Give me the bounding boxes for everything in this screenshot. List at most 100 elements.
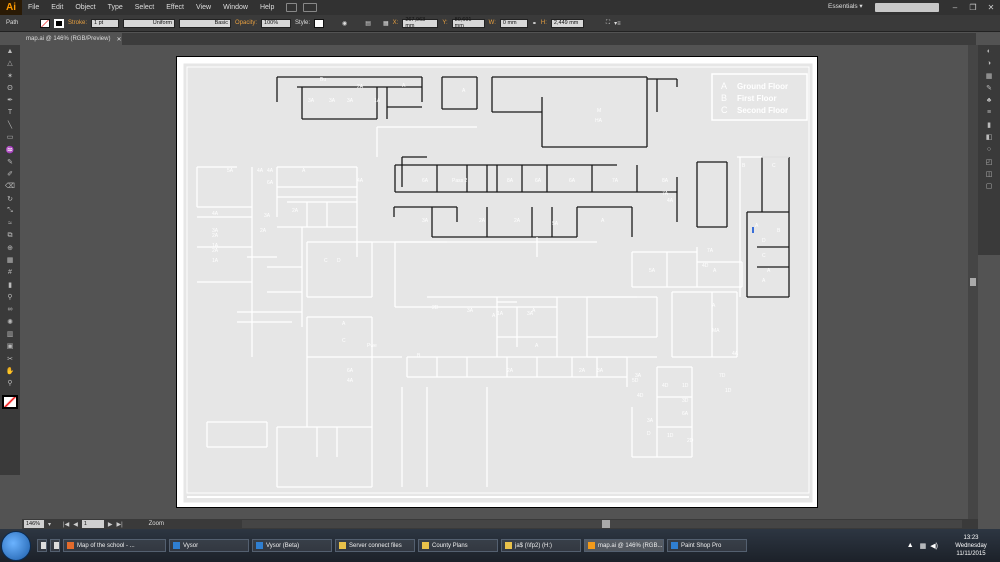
- graphic-style-swatch[interactable]: [314, 18, 325, 28]
- zoom-tool-icon[interactable]: ⚲: [0, 377, 20, 389]
- minimize-button[interactable]: –: [946, 0, 964, 15]
- artboard-tool-icon[interactable]: ▣: [0, 340, 20, 352]
- menu-edit[interactable]: Edit: [45, 4, 69, 11]
- line-segment-tool-icon[interactable]: ╲: [0, 119, 20, 131]
- clock[interactable]: 13:23 Wednesday 11/11/2015: [942, 534, 1000, 558]
- stroke-weight-field[interactable]: 1 pt: [91, 18, 120, 28]
- eraser-tool-icon[interactable]: ⌫: [0, 180, 20, 192]
- page-field[interactable]: 1: [81, 520, 104, 528]
- opacity-field[interactable]: 100%: [261, 18, 292, 28]
- column-graph-tool-icon[interactable]: ▥: [0, 328, 20, 340]
- reference-point-icon[interactable]: ▦: [383, 20, 389, 27]
- blob-brush-tool-icon[interactable]: ✐: [0, 168, 20, 180]
- panel-menu-icon[interactable]: ▾≡: [614, 20, 621, 27]
- rotate-tool-icon[interactable]: ↻: [0, 193, 20, 205]
- graphic-styles-panel-icon[interactable]: ◰: [978, 156, 1000, 168]
- stroke-panel-icon[interactable]: ≡: [978, 106, 1000, 118]
- horizontal-scroll-thumb[interactable]: [602, 520, 610, 528]
- mesh-tool-icon[interactable]: #: [0, 266, 20, 278]
- zoom-dropdown-icon[interactable]: ▾: [48, 521, 51, 528]
- next-page-icon[interactable]: ▶: [108, 521, 113, 528]
- menu-type[interactable]: Type: [102, 4, 129, 11]
- search-input[interactable]: [875, 3, 939, 12]
- fill-swatch[interactable]: [40, 18, 50, 28]
- vertical-scrollbar[interactable]: [968, 45, 978, 519]
- start-button[interactable]: [1, 530, 31, 561]
- taskbar-item[interactable]: Server connect files: [335, 539, 415, 552]
- paintbrush-tool-icon[interactable]: ♒: [0, 143, 20, 155]
- menu-file[interactable]: File: [22, 4, 45, 11]
- taskbar-item[interactable]: Paint Shop Pro: [667, 539, 747, 552]
- document-tab[interactable]: map.ai @ 146% (RGB/Preview) ✕: [22, 33, 122, 45]
- symbols-panel-icon[interactable]: ♣: [978, 94, 1000, 106]
- brush-definition[interactable]: Basic: [179, 18, 232, 28]
- menu-object[interactable]: Object: [69, 4, 101, 11]
- menu-select[interactable]: Select: [129, 4, 160, 11]
- layers-panel-icon[interactable]: ◫: [978, 168, 1000, 180]
- brushes-panel-icon[interactable]: ✎: [978, 82, 1000, 94]
- pen-tool-icon[interactable]: ✒: [0, 94, 20, 106]
- lasso-tool-icon[interactable]: ʘ: [0, 82, 20, 94]
- rectangle-tool-icon[interactable]: ▭: [0, 131, 20, 143]
- recolor-icon[interactable]: ◉: [342, 20, 347, 27]
- taskbar-item[interactable]: Map of the school - ...: [63, 539, 166, 552]
- color-guide-panel-icon[interactable]: ◑: [978, 57, 1000, 69]
- gradient-panel-icon[interactable]: ▮: [978, 119, 1000, 131]
- horizontal-scrollbar[interactable]: [242, 520, 962, 528]
- gradient-tool-icon[interactable]: ▮: [0, 279, 20, 291]
- selection-tool-icon[interactable]: ▲: [0, 45, 20, 57]
- network-icon[interactable]: ▦: [920, 542, 927, 550]
- show-desktop-shortcut[interactable]: [37, 539, 47, 552]
- x-field[interactable]: 267,963 mm: [402, 17, 439, 29]
- blend-tool-icon[interactable]: ∞: [0, 303, 20, 315]
- restore-button[interactable]: ❐: [964, 0, 982, 15]
- opacity-label[interactable]: Opacity:: [235, 20, 257, 26]
- taskbar-item[interactable]: Vysor: [169, 539, 249, 552]
- close-button[interactable]: ✕: [982, 0, 1000, 15]
- blank-shortcut[interactable]: [50, 539, 60, 552]
- transform-icon[interactable]: ⛶: [606, 20, 610, 27]
- slice-tool-icon[interactable]: ✂: [0, 352, 20, 364]
- width-tool-icon[interactable]: ≈: [0, 217, 20, 229]
- volume-icon[interactable]: ◀): [930, 542, 938, 550]
- swatches-panel-icon[interactable]: ▦: [978, 70, 1000, 82]
- stroke-label[interactable]: Stroke:: [68, 20, 87, 26]
- color-panel-icon[interactable]: ◐: [978, 45, 1000, 57]
- close-tab-icon[interactable]: ✕: [116, 36, 121, 43]
- appearance-panel-icon[interactable]: ○: [978, 143, 1000, 155]
- shape-builder-tool-icon[interactable]: ⊕: [0, 242, 20, 254]
- menu-view[interactable]: View: [190, 4, 217, 11]
- free-transform-tool-icon[interactable]: ⧉: [0, 229, 20, 241]
- arrange-documents-icon[interactable]: [303, 3, 318, 12]
- type-tool-icon[interactable]: T: [0, 106, 20, 118]
- canvas[interactable]: Bu 3A 3A 3A 2A 1A A A M HA A 4A 4A 5A 6A 4A 6A Pass 2 8A 6A…: [22, 45, 968, 519]
- taskbar-item[interactable]: map.ai @ 146% (RGB...: [584, 539, 664, 552]
- symbol-sprayer-tool-icon[interactable]: ✺: [0, 316, 20, 328]
- menu-help[interactable]: Help: [254, 4, 280, 11]
- zoom-field[interactable]: 146%: [24, 520, 44, 528]
- height-field[interactable]: 2,449 mm: [550, 18, 584, 28]
- taskbar-item[interactable]: Vysor (Beta): [252, 539, 332, 552]
- taskbar-item[interactable]: County Plans: [418, 539, 498, 552]
- transparency-panel-icon[interactable]: ◧: [978, 131, 1000, 143]
- width-field[interactable]: 0 mm: [499, 18, 528, 28]
- taskbar-item[interactable]: ja$ (\\fp2) (H:): [501, 539, 581, 552]
- direct-selection-tool-icon[interactable]: △: [0, 57, 20, 69]
- stroke-swatch[interactable]: [54, 18, 64, 28]
- bridge-icon[interactable]: [286, 3, 298, 12]
- prev-page-icon[interactable]: ◀: [73, 521, 78, 528]
- perspective-grid-tool-icon[interactable]: ▦: [0, 254, 20, 266]
- magic-wand-tool-icon[interactable]: ✶: [0, 70, 20, 82]
- variable-width-profile[interactable]: Uniform: [123, 18, 176, 28]
- menu-effect[interactable]: Effect: [160, 4, 190, 11]
- hand-tool-icon[interactable]: ✋: [0, 365, 20, 377]
- last-page-icon[interactable]: ▶|: [116, 521, 122, 528]
- fill-stroke-swatches[interactable]: [2, 395, 18, 410]
- eyedropper-tool-icon[interactable]: ⚲: [0, 291, 20, 303]
- scale-tool-icon[interactable]: ⤡: [0, 205, 20, 217]
- menu-window[interactable]: Window: [217, 4, 254, 11]
- vertical-scroll-thumb[interactable]: [970, 278, 976, 286]
- pencil-tool-icon[interactable]: ✎: [0, 156, 20, 168]
- artboards-panel-icon[interactable]: ▢: [978, 180, 1000, 192]
- align-icon[interactable]: ▤: [365, 20, 371, 27]
